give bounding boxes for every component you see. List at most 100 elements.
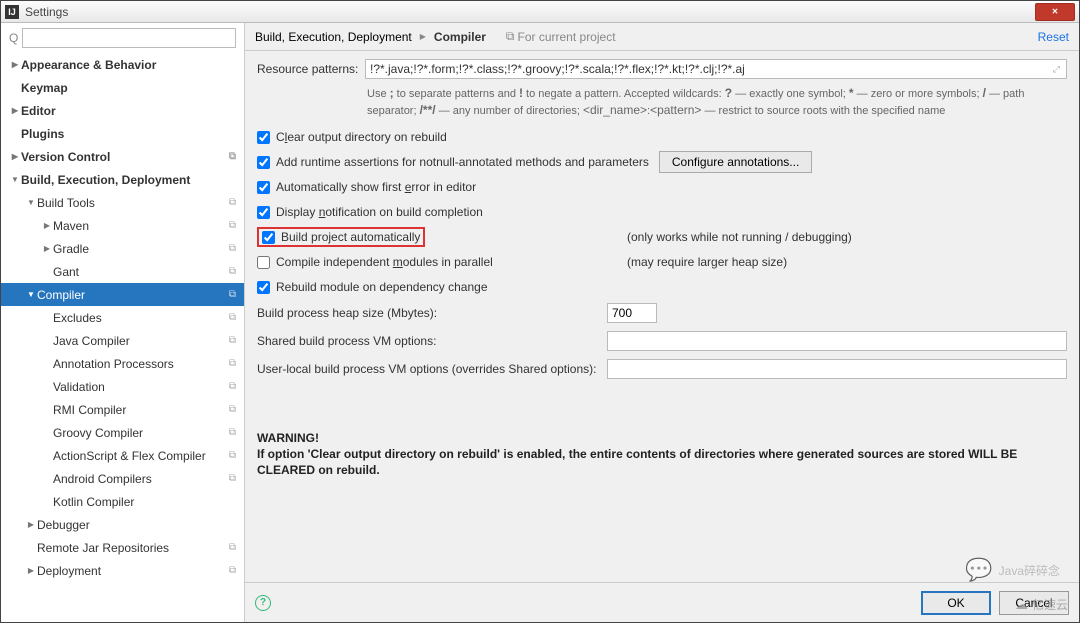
tree-maven[interactable]: ▶Maven⧉ [1,214,244,237]
build-auto-row: Build project automatically (only works … [257,227,1067,248]
breadcrumb-parent[interactable]: Build, Execution, Deployment [255,30,412,44]
breadcrumb-hint: ⧉For current project [506,29,616,44]
copy-icon: ⧉ [229,243,236,254]
titlebar: IJ Settings ✕ [1,1,1079,23]
cancel-button[interactable]: Cancel [999,591,1069,615]
add-runtime-checkbox[interactable] [257,156,270,169]
display-notif-label: Display notification on build completion [276,205,483,219]
tree-vcs[interactable]: ▶Version Control⧉ [1,145,244,168]
search-row: Q [1,23,244,53]
clear-output-label: Clear output directory on rebuild [276,130,447,144]
tree-plugins[interactable]: Plugins [1,122,244,145]
window-title: Settings [25,5,1035,19]
settings-window: IJ Settings ✕ Q ▶Appearance & Behavior K… [0,0,1080,623]
clear-output-checkbox[interactable] [257,131,270,144]
close-button[interactable]: ✕ [1035,3,1075,21]
search-input[interactable] [22,28,236,48]
heap-input[interactable] [607,303,657,323]
copy-icon: ⧉ [229,266,236,277]
warning-title: WARNING! [257,430,1067,446]
add-runtime-label: Add runtime assertions for notnull-annot… [276,155,649,169]
tree-editor[interactable]: ▶Editor [1,99,244,122]
breadcrumb-separator: ▶ [420,32,426,41]
shared-vm-input[interactable] [607,331,1067,351]
auto-first-error-row: Automatically show first error in editor [257,177,1067,198]
tree-remote-jar[interactable]: Remote Jar Repositories⧉ [1,536,244,559]
reset-link[interactable]: Reset [1038,30,1069,44]
copy-icon: ⧉ [229,358,236,369]
tree-annotation[interactable]: Annotation Processors⧉ [1,352,244,375]
copy-icon: ⧉ [229,404,236,415]
settings-tree: ▶Appearance & Behavior Keymap ▶Editor Pl… [1,53,244,622]
settings-pane: Resource patterns: !?*.java;!?*.form;!?*… [245,51,1079,582]
resource-patterns-label: Resource patterns: [257,62,359,76]
user-vm-input[interactable] [607,359,1067,379]
tree-rmi[interactable]: RMI Compiler⧉ [1,398,244,421]
rebuild-module-checkbox[interactable] [257,281,270,294]
compile-independent-note: (may require larger heap size) [627,255,1067,269]
help-icon[interactable]: ? [255,595,271,611]
copy-icon: ⧉ [229,427,236,438]
tree-gant[interactable]: Gant⧉ [1,260,244,283]
copy-icon: ⧉ [229,542,236,553]
tree-kotlin[interactable]: Kotlin Compiler [1,490,244,513]
tree-keymap[interactable]: Keymap [1,76,244,99]
copy-icon: ⧉ [229,335,236,346]
copy-icon: ⧉ [229,289,236,300]
expand-icon[interactable]: ⤢ [1051,64,1062,75]
display-notif-checkbox[interactable] [257,206,270,219]
tree-build-tools[interactable]: ▼Build Tools⧉ [1,191,244,214]
tree-as-flex[interactable]: ActionScript & Flex Compiler⧉ [1,444,244,467]
tree-java-compiler[interactable]: Java Compiler⧉ [1,329,244,352]
highlight-box: Build project automatically [257,227,425,247]
tree-validation[interactable]: Validation⧉ [1,375,244,398]
configure-annotations-button[interactable]: Configure annotations... [659,151,812,173]
tree-deployment[interactable]: ▶Deployment⧉ [1,559,244,582]
copy-icon: ⧉ [229,381,236,392]
tree-appearance[interactable]: ▶Appearance & Behavior [1,53,244,76]
warning-block: WARNING! If option 'Clear output directo… [257,430,1067,479]
copy-icon: ⧉ [506,29,515,44]
tree-excludes[interactable]: Excludes⧉ [1,306,244,329]
shared-vm-row: Shared build process VM options: [257,330,1067,352]
copy-icon: ⧉ [229,220,236,231]
shared-vm-label: Shared build process VM options: [257,334,607,348]
clear-output-row: Clear output directory on rebuild [257,127,1067,148]
app-icon: IJ [5,5,19,19]
copy-icon: ⧉ [229,473,236,484]
breadcrumb-current: Compiler [434,30,486,44]
compile-independent-checkbox[interactable] [257,256,270,269]
resource-patterns-row: Resource patterns: !?*.java;!?*.form;!?*… [257,59,1067,79]
tree-android[interactable]: Android Compilers⧉ [1,467,244,490]
auto-first-error-label: Automatically show first error in editor [276,180,476,194]
copy-icon: ⧉ [229,565,236,576]
heap-row: Build process heap size (Mbytes): [257,302,1067,324]
ok-button[interactable]: OK [921,591,991,615]
auto-first-error-checkbox[interactable] [257,181,270,194]
copy-icon: ⧉ [229,450,236,461]
sidebar: Q ▶Appearance & Behavior Keymap ▶Editor … [1,23,245,622]
rebuild-module-row: Rebuild module on dependency change [257,277,1067,298]
tree-bed[interactable]: ▼Build, Execution, Deployment [1,168,244,191]
content-header: Build, Execution, Deployment ▶ Compiler … [245,23,1079,51]
patterns-help: Use ; to separate patterns and ! to nega… [367,85,1067,119]
tree-debugger[interactable]: ▶Debugger [1,513,244,536]
rebuild-module-label: Rebuild module on dependency change [276,280,488,294]
copy-icon: ⧉ [229,151,236,162]
footer: ? OK Cancel [245,582,1079,622]
tree-groovy[interactable]: Groovy Compiler⧉ [1,421,244,444]
compile-independent-label: Compile independent modules in parallel [276,255,493,269]
user-vm-label: User-local build process VM options (ove… [257,362,607,376]
build-auto-label: Build project automatically [281,230,420,244]
tree-gradle[interactable]: ▶Gradle⧉ [1,237,244,260]
tree-compiler[interactable]: ▼Compiler⧉ [1,283,244,306]
user-vm-row: User-local build process VM options (ove… [257,358,1067,380]
body: Q ▶Appearance & Behavior Keymap ▶Editor … [1,23,1079,622]
resource-patterns-input[interactable]: !?*.java;!?*.form;!?*.class;!?*.groovy;!… [365,59,1067,79]
search-icon: Q [9,31,18,45]
warning-text: If option 'Clear output directory on reb… [257,446,1067,478]
compile-independent-row: Compile independent modules in parallel … [257,252,1067,273]
add-runtime-row: Add runtime assertions for notnull-annot… [257,152,1067,173]
heap-label: Build process heap size (Mbytes): [257,306,607,320]
build-auto-checkbox[interactable] [262,231,275,244]
